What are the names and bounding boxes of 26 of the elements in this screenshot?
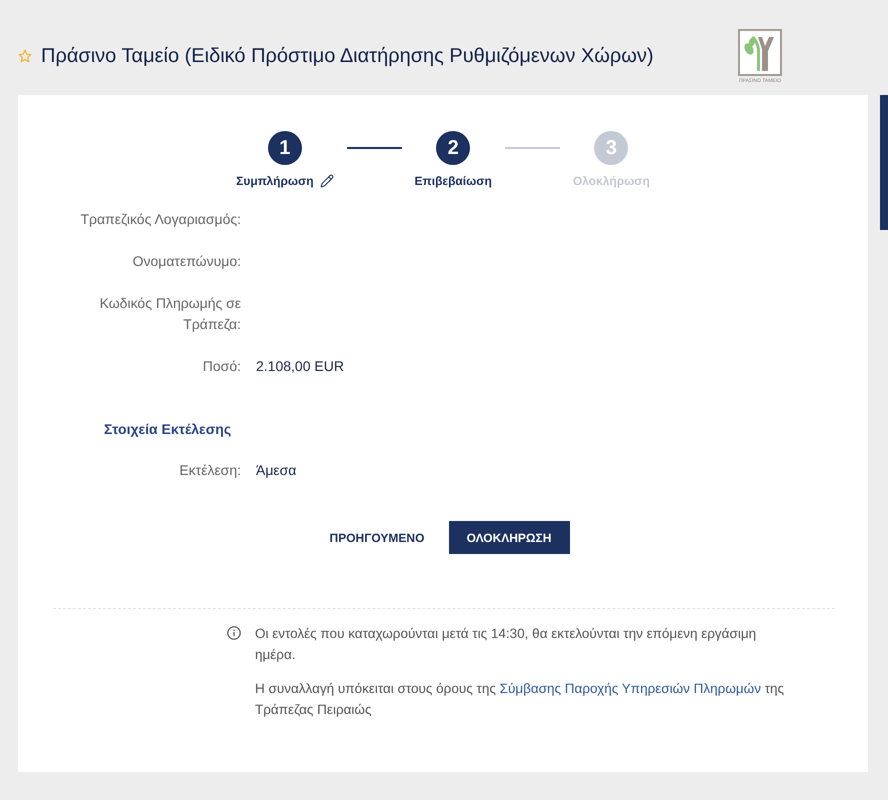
step-label: Ολοκλήρωση: [572, 173, 650, 189]
field-label: Κωδικός Πληρωμής σε Τράπεζα:: [98, 294, 241, 334]
info-text: Οι εντολές που καταχωρούνται μετά τις 14:30, θα εκτελούνται την επόμενη εργάσιμη ημέρα.: [255, 625, 758, 664]
info-icon: [227, 626, 241, 640]
terms-text: Η συναλλαγή υπόκειται στους όρους της Σύμβασης Παροχής Υπηρεσιών Πληρωμών της Τράπεζας Πειραιώς: [255, 680, 786, 719]
step-number[interactable]: 1: [268, 131, 302, 165]
step-connector: [504, 147, 560, 149]
complete-button[interactable]: ΟΛΟΚΛΗΡΩΣΗ: [448, 521, 570, 554]
section-title: Στοιχεία Εκτέλεσης: [104, 420, 232, 439]
previous-button[interactable]: ΠΡΟΗΓΟΥΜΕΝΟ: [316, 521, 438, 554]
pencil-icon[interactable]: [320, 174, 334, 188]
page-title: Πράσινο Ταμείο (Ειδικό Πρόστιμο Διατήρησης Ρυθμιζόμενων Χώρων): [41, 44, 654, 68]
star-icon[interactable]: [18, 49, 32, 63]
tree-logo-icon: [738, 29, 782, 76]
field-label: Ποσό:: [202, 357, 241, 376]
step-label: Επιβεβαίωση: [414, 173, 492, 189]
step-number[interactable]: 2: [436, 131, 470, 165]
step-label: Συμπλήρωση: [236, 173, 314, 189]
terms-link[interactable]: Σύμβασης Παροχής Υπηρεσιών Πληρωμών: [500, 681, 761, 696]
scrollbar-thumb[interactable]: [880, 95, 888, 230]
field-value: Άμεσα: [256, 461, 296, 480]
field-label: Τραπεζικός Λογαριασμός:: [79, 210, 241, 229]
field-value: 2.108,00 EUR: [256, 357, 344, 376]
field-label: Ονοματεπώνυμο:: [132, 252, 241, 271]
field-label: Εκτέλεση:: [178, 461, 241, 480]
step-connector: [346, 147, 402, 149]
